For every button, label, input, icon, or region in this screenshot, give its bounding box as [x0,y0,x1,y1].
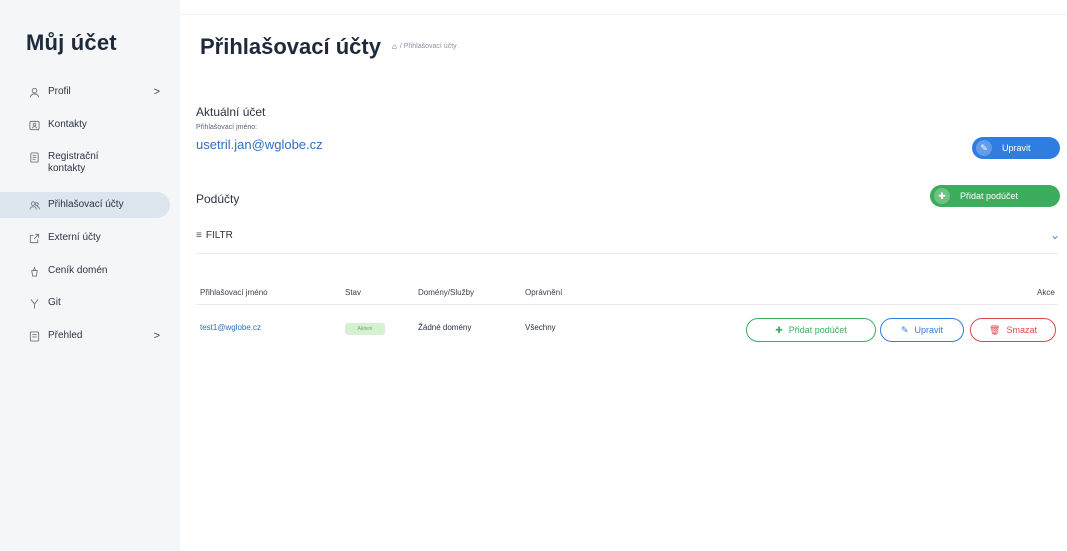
edit-icon: ✎ [976,140,992,156]
sidebar-item-cenik-domen[interactable]: Ceník domén [0,265,170,277]
row-edit-label: Upravit [914,325,944,335]
overview-icon [28,330,40,342]
sidebar-item-label: Přihlašovací účty [48,199,124,210]
filter-label: FILTR [205,230,233,241]
sidebar-item-registracni-kontakty[interactable]: Registrační kontakty [0,151,150,175]
users-icon [28,199,40,211]
add-subaccount-button[interactable]: ✚ Přidat podúčet [930,185,1060,207]
add-subaccount-label: Přidat podúčet [960,191,1019,201]
sidebar-item-label: Registrační kontakty [48,151,99,174]
document-icon [28,151,40,163]
sidebar-item-label: Git [48,297,61,308]
filter-divider [196,253,1058,254]
login-label: Přihlašovací jméno: [196,124,258,131]
trash-icon: 🗑 [989,324,1001,335]
row-delete-label: Smazat [1006,325,1037,335]
column-header-login: Přihlašovací jméno [200,288,268,297]
page-title: Přihlašovací účty [200,34,381,59]
column-header-permissions: Oprávnění [525,288,563,297]
sidebar-item-label: Profil [48,86,71,97]
sidebar-item-prihlasovaci-ucty[interactable]: Přihlašovací účty [0,192,170,218]
table-header-divider [196,304,1058,305]
row-add-subaccount-label: Přidat podúčet [788,325,847,335]
breadcrumb: ⌂ / Přihlašovací účty [392,42,457,51]
contact-card-icon [28,119,40,131]
top-divider [180,14,1067,15]
edit-icon: ✎ [900,324,909,335]
subaccounts-heading: Podúčty [196,192,240,206]
sidebar-item-label: Ceník domén [48,265,108,276]
add-user-icon: ✚ [934,188,950,204]
row-domains: Žádné domény [418,323,472,332]
sidebar-item-label: Externí účty [48,232,101,243]
sidebar-item-label: Přehled [48,330,83,341]
sidebar: Můj účet Profil > Kontakty Registrační k… [0,0,180,551]
column-header-domains: Domény/Služby [418,288,475,297]
sliders-icon: ≡ [196,230,202,241]
sidebar-item-externi-ucty[interactable]: Externí účty [0,232,170,244]
git-branch-icon [28,297,40,309]
filter-toggle[interactable]: ≡ FILTR [196,230,233,241]
row-delete-button[interactable]: 🗑 Smazat [970,318,1056,342]
column-header-actions: Akce [1037,288,1055,297]
current-account-email[interactable]: usetril.jan@wglobe.cz [196,137,323,152]
price-tag-icon [28,265,40,277]
row-add-subaccount-button[interactable]: ✚ Přidat podúčet [746,318,876,342]
add-user-icon: ✚ [775,324,783,335]
sidebar-item-label: Kontakty [48,119,87,130]
sidebar-item-git[interactable]: Git [0,297,170,309]
sidebar-item-kontakty[interactable]: Kontakty [0,119,170,131]
user-icon [28,86,40,98]
chevron-right-icon: > [153,86,160,98]
external-link-icon [28,232,40,244]
edit-account-button[interactable]: ✎ Upravit [972,137,1060,159]
sidebar-item-profil[interactable]: Profil > [0,86,170,98]
sidebar-title: Můj účet [26,30,117,55]
column-header-status: Stav [345,288,362,297]
chevron-down-icon[interactable]: ⌄ [1050,228,1060,242]
sidebar-item-prehled[interactable]: Přehled > [0,330,170,342]
home-icon[interactable]: ⌂ [392,42,397,51]
current-account-heading: Aktuální účet [196,105,266,119]
status-badge: Aktivní [345,323,385,335]
row-login[interactable]: test1@wglobe.cz [200,323,261,332]
breadcrumb-current: / Přihlašovací účty [399,43,457,50]
chevron-right-icon: > [153,330,160,342]
edit-account-label: Upravit [1002,143,1031,153]
row-edit-button[interactable]: ✎ Upravit [880,318,964,342]
row-permissions: Všechny [525,323,556,332]
